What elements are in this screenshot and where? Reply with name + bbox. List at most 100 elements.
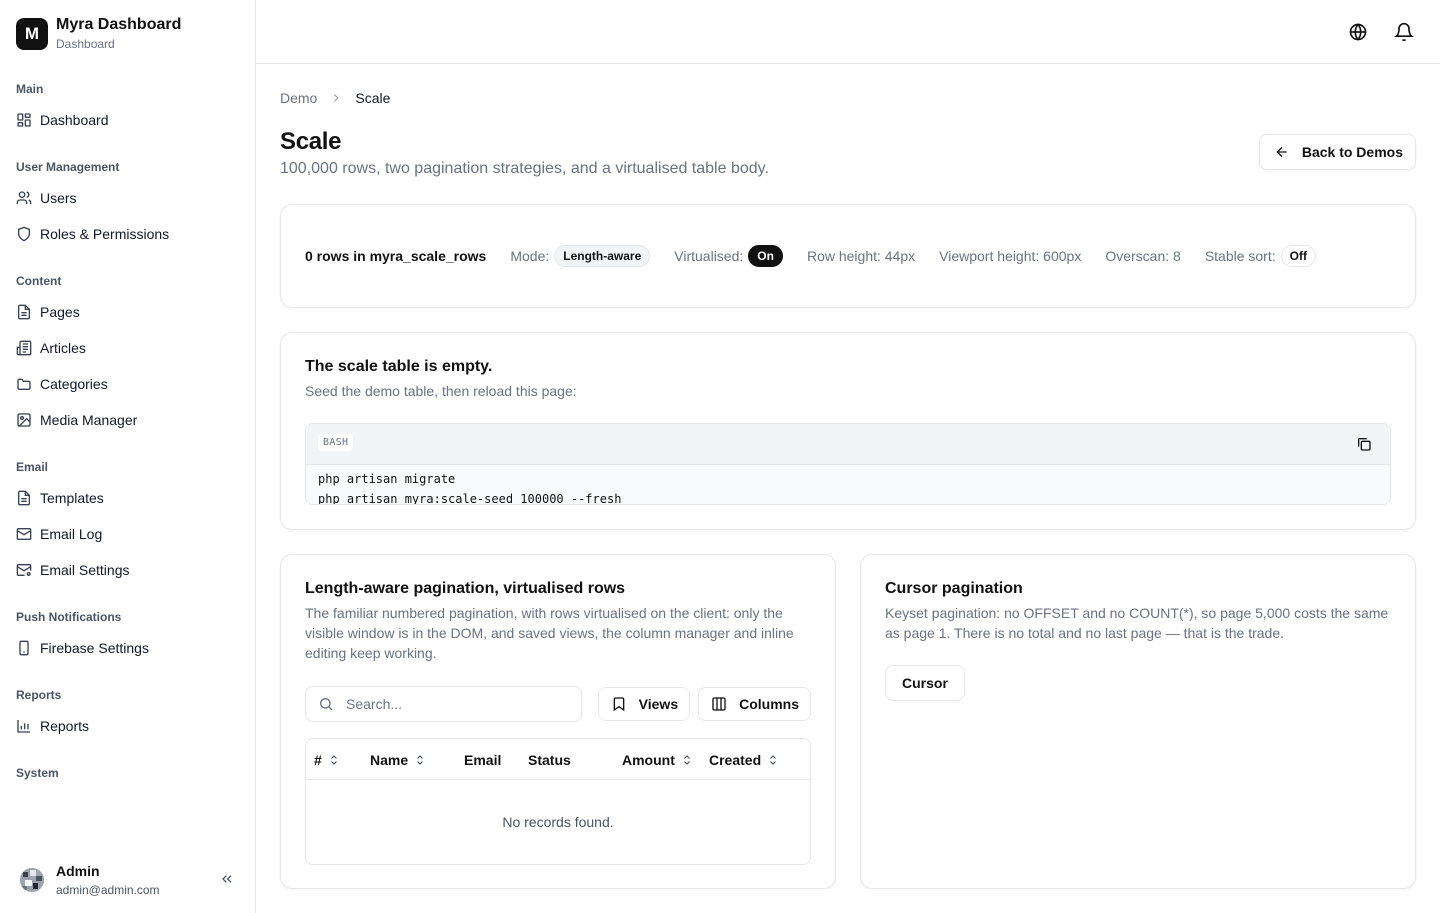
sidebar-item-templates[interactable]: Templates [16,480,240,516]
mail-icon [16,526,32,542]
app-title: Myra Dashboard [56,16,182,33]
sidebar-item-label: Categories [40,376,108,392]
nav-group-label: Main [16,82,44,96]
sidebar-item-reports[interactable]: Reports [16,708,240,744]
page-title: Scale [280,128,342,155]
sort-icon [328,754,340,766]
column-label: Name [370,751,409,768]
column-label: # [314,751,322,768]
globe-icon[interactable] [1348,22,1368,42]
back-to-demos-button[interactable]: Back to Demos [1258,134,1416,170]
sidebar-item-email-settings[interactable]: Email Settings [16,552,240,588]
table-header: # Name Email Status Amount Created [306,739,810,780]
user-email: admin@admin.com [56,882,160,897]
dashboard-icon [16,112,32,128]
stable-sort-label: Stable sort: [1204,248,1276,264]
mode-badge: Length-aware [554,245,651,267]
column-header-id[interactable]: # [314,739,340,780]
no-records-message: No records found. [502,814,614,830]
phone-icon [16,640,32,656]
search-placeholder: Search... [346,696,403,712]
bar-chart-icon [16,718,32,734]
bookmark-icon [611,696,627,712]
columns-button[interactable]: Columns [698,687,811,721]
sidebar-item-firebase-settings[interactable]: Firebase Settings [16,630,240,666]
topbar [256,0,1440,64]
sidebar-item-pages[interactable]: Pages [16,294,240,330]
row-height-stat: Row height: 44px [806,248,916,264]
stable-sort-stat: Stable sort: Off [1205,245,1316,267]
sidebar-item-label: Pages [40,304,80,320]
sidebar-item-media-manager[interactable]: Media Manager [16,402,240,438]
code-language-badge: BASH [318,434,354,451]
code-line: php artisan myra:scale-seed 100000 --fre… [318,492,622,505]
columns-label: Columns [739,696,799,712]
sidebar-item-label: Roles & Permissions [40,226,170,242]
empty-description: Seed the demo table, then reload this pa… [305,383,577,399]
sidebar-item-roles[interactable]: Roles & Permissions [16,216,240,252]
avatar [20,868,44,892]
file-icon [16,490,32,506]
column-label: Amount [622,751,675,768]
sidebar-item-dashboard[interactable]: Dashboard [16,102,240,138]
folder-icon [16,376,32,392]
empty-table-card: The scale table is empty. Seed the demo … [280,332,1416,530]
sidebar-item-categories[interactable]: Categories [16,366,240,402]
brand[interactable]: M Myra Dashboard Dashboard [16,15,181,52]
virtualised-badge: On [748,245,783,267]
empty-title: The scale table is empty. [305,358,493,375]
breadcrumb-parent[interactable]: Demo [280,90,317,106]
mail-settings-icon [16,562,32,578]
code-block: BASH php artisan migrate php artisan myr… [305,423,1391,505]
brand-logo: M [16,17,48,50]
app-subtitle: Dashboard [56,37,115,51]
sidebar-item-label: Templates [40,490,104,506]
copy-icon[interactable] [1356,436,1372,452]
search-input[interactable]: Search... [305,686,582,722]
nav-group-label: Reports [16,688,62,702]
column-label: Email [464,751,502,768]
nav-group-label: Email [16,460,49,474]
sidebar: M Myra Dashboard Dashboard Main Dashboar… [0,0,256,913]
cursor-description: Keyset pagination: no OFFSET and no COUN… [885,605,1389,641]
file-icon [16,304,32,320]
virtualised-label: Virtualised: [674,248,744,264]
back-button-label: Back to Demos [1301,144,1403,160]
code-line: php artisan migrate [318,472,456,486]
sidebar-item-label: Articles [40,340,86,356]
arrow-left-icon [1274,144,1290,160]
views-label: Views [638,696,679,712]
image-icon [16,412,32,428]
sidebar-item-email-log[interactable]: Email Log [16,516,240,552]
search-icon [318,696,334,712]
nav-group-label: System [16,766,59,780]
column-header-amount[interactable]: Amount [622,739,693,780]
sidebar-item-label: Email Log [40,526,103,542]
column-header-name[interactable]: Name [370,739,426,780]
sort-icon [681,754,693,766]
user-menu[interactable]: Admin admin@admin.com [0,847,255,913]
sidebar-item-articles[interactable]: Articles [16,330,240,366]
cursor-button[interactable]: Cursor [885,665,965,701]
column-header-created[interactable]: Created [709,739,779,780]
sidebar-item-label: Dashboard [40,112,109,128]
sidebar-nav: Main Dashboard User Management Users Rol… [16,80,240,802]
chevron-right-icon [329,91,343,105]
newspaper-icon [16,340,32,356]
stats-card: 0 rows in myra_scale_rows Mode: Length-a… [280,204,1416,308]
sidebar-item-label: Reports [40,718,90,734]
nav-group-label: Content [16,274,62,288]
breadcrumb-current: Scale [355,90,391,106]
collapse-sidebar-icon[interactable] [219,871,235,887]
sort-icon [767,754,779,766]
mode-stat: Mode: Length-aware [510,245,651,267]
code-header: BASH [306,424,1390,465]
cursor-pagination-card: Cursor pagination Keyset pagination: no … [860,554,1416,889]
data-table: # Name Email Status Amount Created No re… [305,738,811,865]
breadcrumb: Demo Scale [280,90,390,106]
bell-icon[interactable] [1394,22,1414,42]
sidebar-item-users[interactable]: Users [16,180,240,216]
sidebar-item-label: Users [40,190,77,206]
views-button[interactable]: Views [597,687,691,721]
mode-label: Mode: [510,248,550,264]
